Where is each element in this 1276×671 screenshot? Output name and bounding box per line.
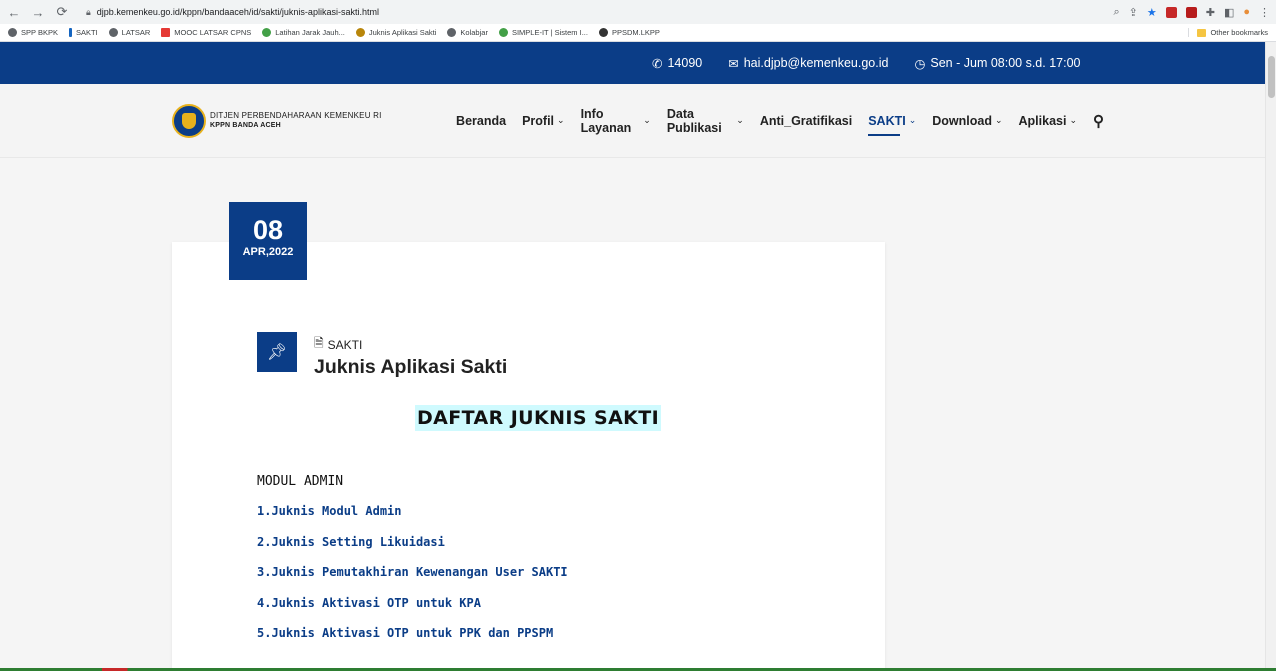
juknis-link[interactable]: 3.Juknis Pemutakhiran Kewenangan User SA…: [257, 565, 568, 596]
section-title: MODUL ADMIN: [257, 474, 344, 489]
nav-beranda[interactable]: Beranda: [456, 108, 506, 134]
chevron-down-icon: ⌄: [643, 115, 651, 125]
emblem-icon: [355, 28, 365, 37]
post-title: Juknis Aplikasi Sakti: [314, 356, 508, 378]
logo-line-1: DITJEN PERBENDAHARAAN KEMENKEU RI: [210, 111, 382, 120]
bookmark-item[interactable]: SAKTI: [68, 28, 98, 37]
nav-sakti[interactable]: SAKTI ⌄: [868, 108, 917, 136]
nav-anti-gratifikasi[interactable]: Anti_Gratifikasi: [760, 108, 852, 134]
post-category[interactable]: 🗎 SAKTI: [314, 334, 362, 355]
page-scrollbar[interactable]: [1265, 42, 1276, 671]
bookmark-item[interactable]: MOOC LATSAR CPNS: [161, 28, 251, 37]
bookmark-icon: [68, 28, 72, 37]
folder-icon: [1197, 28, 1207, 37]
contact-bar: ✆ 14090 ✉ hai.djpb@kemenkeu.go.id ◷ Sen - J…: [0, 42, 1276, 84]
globe-icon: [108, 28, 118, 37]
bookmark-item[interactable]: Juknis Aplikasi Sakti: [355, 28, 436, 37]
date-month-year: APR,2022: [242, 246, 294, 258]
nav-download[interactable]: Download ⌄: [932, 108, 1002, 134]
bookmarks-bar: SPP BKPK SAKTI LATSAR MOOC LATSAR CPNS L…: [0, 24, 1276, 42]
forward-icon[interactable]: →: [30, 5, 46, 20]
url-text: djpb.kemenkeu.go.id/kppn/bandaaceh/id/sa…: [96, 7, 379, 17]
chevron-down-icon: ⌄: [557, 115, 565, 125]
pdf-extension-icon[interactable]: [1185, 6, 1197, 18]
nav-info-layanan[interactable]: Info Layanan ⌄: [581, 101, 651, 141]
sidepanel-icon[interactable]: ◧: [1224, 6, 1234, 19]
bookmark-item[interactable]: LATSAR: [108, 28, 150, 37]
chevron-down-icon: ⌄: [1069, 115, 1077, 125]
juknis-link[interactable]: 5.Juknis Aktivasi OTP untuk PPK dan PPSP…: [257, 626, 568, 657]
clock-icon: ◷: [914, 56, 926, 71]
bookmark-item[interactable]: Latihan Jarak Jauh...: [262, 28, 345, 37]
nav-data-publikasi[interactable]: Data Publikasi ⌄: [667, 101, 744, 141]
kemenkeu-emblem-icon: [172, 103, 206, 138]
main-nav: Beranda Profil ⌄ Info Layanan ⌄ Data Publi…: [456, 101, 1104, 141]
date-day: 08: [252, 215, 284, 245]
bookmark-item[interactable]: SIMPLE-IT | Sistem I...: [498, 28, 588, 37]
bookmark-item[interactable]: Kolabjar: [447, 28, 488, 37]
email-info[interactable]: ✉ hai.djpb@kemenkeu.go.id: [728, 56, 888, 71]
site-logo[interactable]: DITJEN PERBENDAHARAAN KEMENKEU RI KPPN B…: [172, 103, 456, 138]
date-badge: 08 APR,2022: [229, 202, 307, 280]
juknis-link[interactable]: 2.Juknis Setting Likuidasi: [257, 535, 568, 566]
pin-icon: 📌︎: [257, 332, 297, 372]
phone-info[interactable]: ✆ 14090: [652, 56, 702, 71]
document-icon: 🗎: [314, 336, 324, 350]
grid-icon: [161, 28, 171, 37]
profile-avatar[interactable]: ●: [1243, 6, 1250, 18]
zoom-icon[interactable]: ⌕: [1113, 6, 1119, 19]
reload-icon[interactable]: ⟳: [54, 4, 70, 20]
site-header: DITJEN PERBENDAHARAAN KEMENKEU RI KPPN B…: [0, 84, 1276, 158]
chevron-down-icon: ⌄: [908, 115, 917, 125]
search-icon[interactable]: ⚲: [1093, 106, 1104, 136]
menu-kebab-icon[interactable]: ⋮: [1259, 6, 1270, 19]
browser-toolbar: ← → ⟳ 🔒︎ djpb.kemenkeu.go.id/kppn/bandaa…: [0, 0, 1276, 24]
phone-icon: ✆: [652, 56, 663, 71]
globe-icon: [8, 28, 17, 37]
leaf-icon: [498, 28, 508, 37]
chevron-down-icon: ⌄: [736, 115, 744, 125]
other-bookmarks[interactable]: Other bookmarks: [1188, 28, 1268, 37]
bookmark-item[interactable]: SPP BKPK: [8, 28, 58, 37]
hours-info: ◷ Sen - Jum 08:00 s.d. 17:00: [914, 56, 1081, 71]
juknis-link-list: 1.Juknis Modul Admin 2.Juknis Setting Li…: [257, 504, 568, 657]
scrollbar-thumb[interactable]: [1268, 56, 1275, 98]
post-card: 📌︎ 🗎 SAKTI Juknis Aplikasi Sakti DAFTAR J…: [172, 242, 885, 671]
browser-actions: ⌕ ⇪ ★ ✚ ◧ ● ⋮: [1113, 6, 1270, 19]
puzzle-icon[interactable]: ✚: [1206, 6, 1215, 19]
extension-icon[interactable]: [1165, 6, 1177, 18]
lock-icon: 🔒︎: [86, 6, 91, 17]
star-icon[interactable]: ★: [1147, 6, 1157, 19]
list-heading: DAFTAR JUKNIS SAKTI: [415, 405, 662, 431]
main-content: 08 APR,2022 📌︎ 🗎 SAKTI Juknis Aplikasi Sa…: [0, 158, 1276, 671]
page-viewport: ✆ 14090 ✉ hai.djpb@kemenkeu.go.id ◷ Sen - J…: [0, 42, 1276, 671]
share-icon[interactable]: ⇪: [1129, 6, 1138, 19]
chevron-down-icon: ⌄: [994, 115, 1003, 125]
address-bar[interactable]: 🔒︎ djpb.kemenkeu.go.id/kppn/bandaaceh/id…: [78, 2, 1105, 22]
back-icon[interactable]: ←: [6, 5, 22, 20]
nav-profil[interactable]: Profil ⌄: [522, 108, 565, 134]
mail-icon: ✉: [728, 56, 739, 71]
nav-aplikasi[interactable]: Aplikasi ⌄: [1019, 108, 1077, 134]
logo-line-2: KPPN BANDA ACEH: [210, 122, 281, 129]
juknis-link[interactable]: 4.Juknis Aktivasi OTP untuk KPA: [257, 596, 568, 627]
juknis-link[interactable]: 1.Juknis Modul Admin: [257, 504, 568, 535]
circle-logo-icon: [598, 28, 608, 37]
globe-icon: [447, 28, 457, 37]
leaf-icon: [262, 28, 272, 37]
bookmark-item[interactable]: PPSDM.LKPP: [598, 28, 660, 37]
